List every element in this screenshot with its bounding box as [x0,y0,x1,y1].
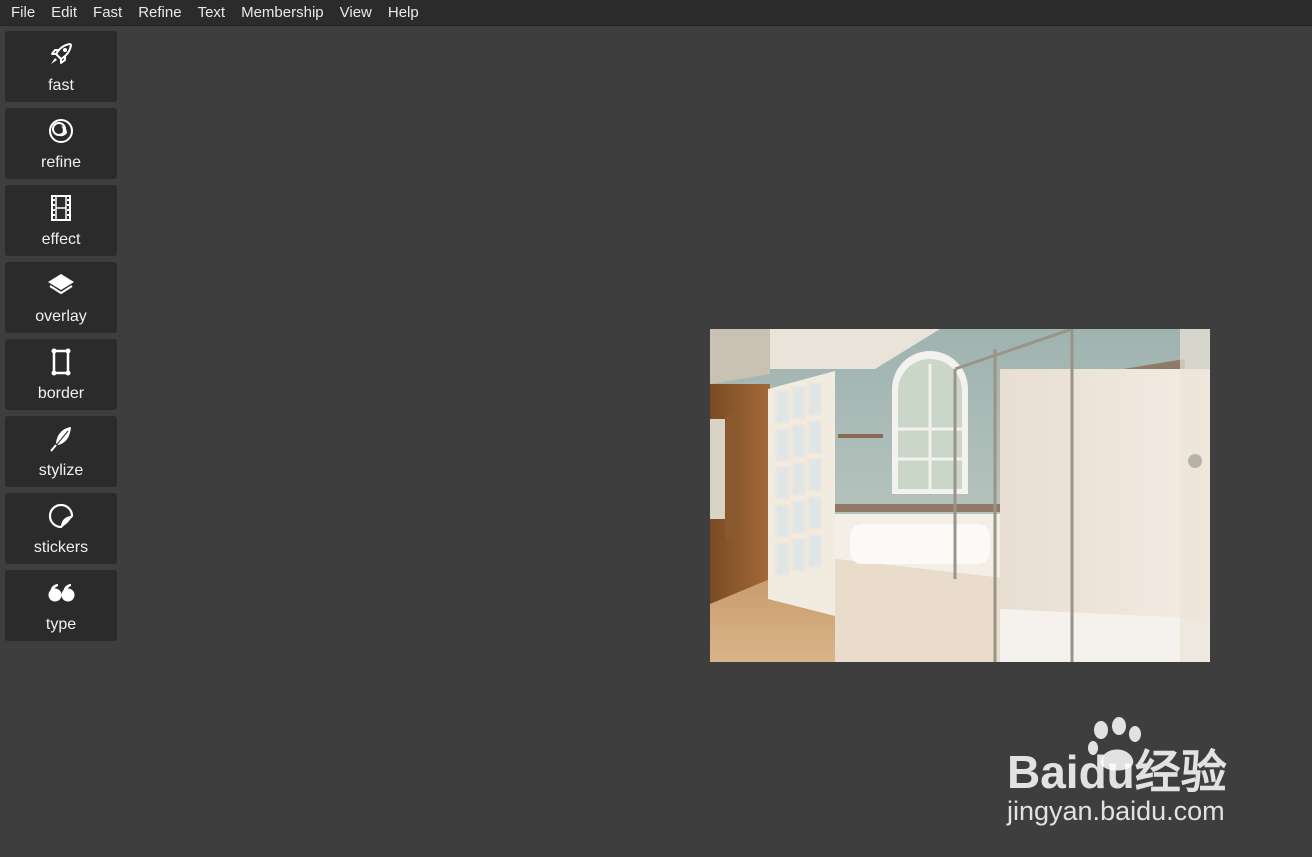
rocket-icon [46,39,76,69]
menu-refine[interactable]: Refine [130,0,189,25]
frame-icon [46,347,76,377]
tool-fast-button[interactable]: fast [5,31,117,102]
menu-text[interactable]: Text [190,0,234,25]
bathroom-photo[interactable] [710,329,1210,662]
tool-effect-label: effect [41,231,81,248]
menu-bar: File Edit Fast Refine Text Membership Vi… [0,0,1312,26]
tool-stickers-label: stickers [33,539,89,556]
menu-file[interactable]: File [0,0,43,25]
feather-icon [46,424,76,454]
tool-fast-label: fast [48,77,74,94]
tool-type-label: type [45,616,77,633]
tool-effect-button[interactable]: effect [5,185,117,256]
watermark-url-text: jingyan.baidu.com [1006,796,1225,826]
tool-type-button[interactable]: type [5,570,117,641]
watermark-brand-text: Baidu经验 [1007,746,1227,798]
tool-overlay-button[interactable]: overlay [5,262,117,333]
baidu-jingyan-watermark: Baidu经验 jingyan.baidu.com [1005,716,1245,831]
tool-overlay-label: overlay [35,308,87,325]
layers-icon [46,270,76,300]
menu-edit[interactable]: Edit [43,0,85,25]
tool-stylize-label: stylize [38,462,84,479]
menu-view[interactable]: View [332,0,380,25]
tool-stickers-button[interactable]: stickers [5,493,117,564]
menu-help[interactable]: Help [380,0,427,25]
tool-border-button[interactable]: border [5,339,117,410]
quote-icon [46,578,76,608]
tool-refine-label: refine [40,154,82,171]
sticker-icon [46,501,76,531]
tool-sidebar: fast refine effect overlay border styliz… [5,31,117,647]
tool-refine-button[interactable]: refine [5,108,117,179]
tool-border-label: border [37,385,85,402]
tool-stylize-button[interactable]: stylize [5,416,117,487]
film-strip-icon [46,193,76,223]
refine-circles-icon [46,116,76,146]
menu-membership[interactable]: Membership [233,0,332,25]
menu-fast[interactable]: Fast [85,0,130,25]
